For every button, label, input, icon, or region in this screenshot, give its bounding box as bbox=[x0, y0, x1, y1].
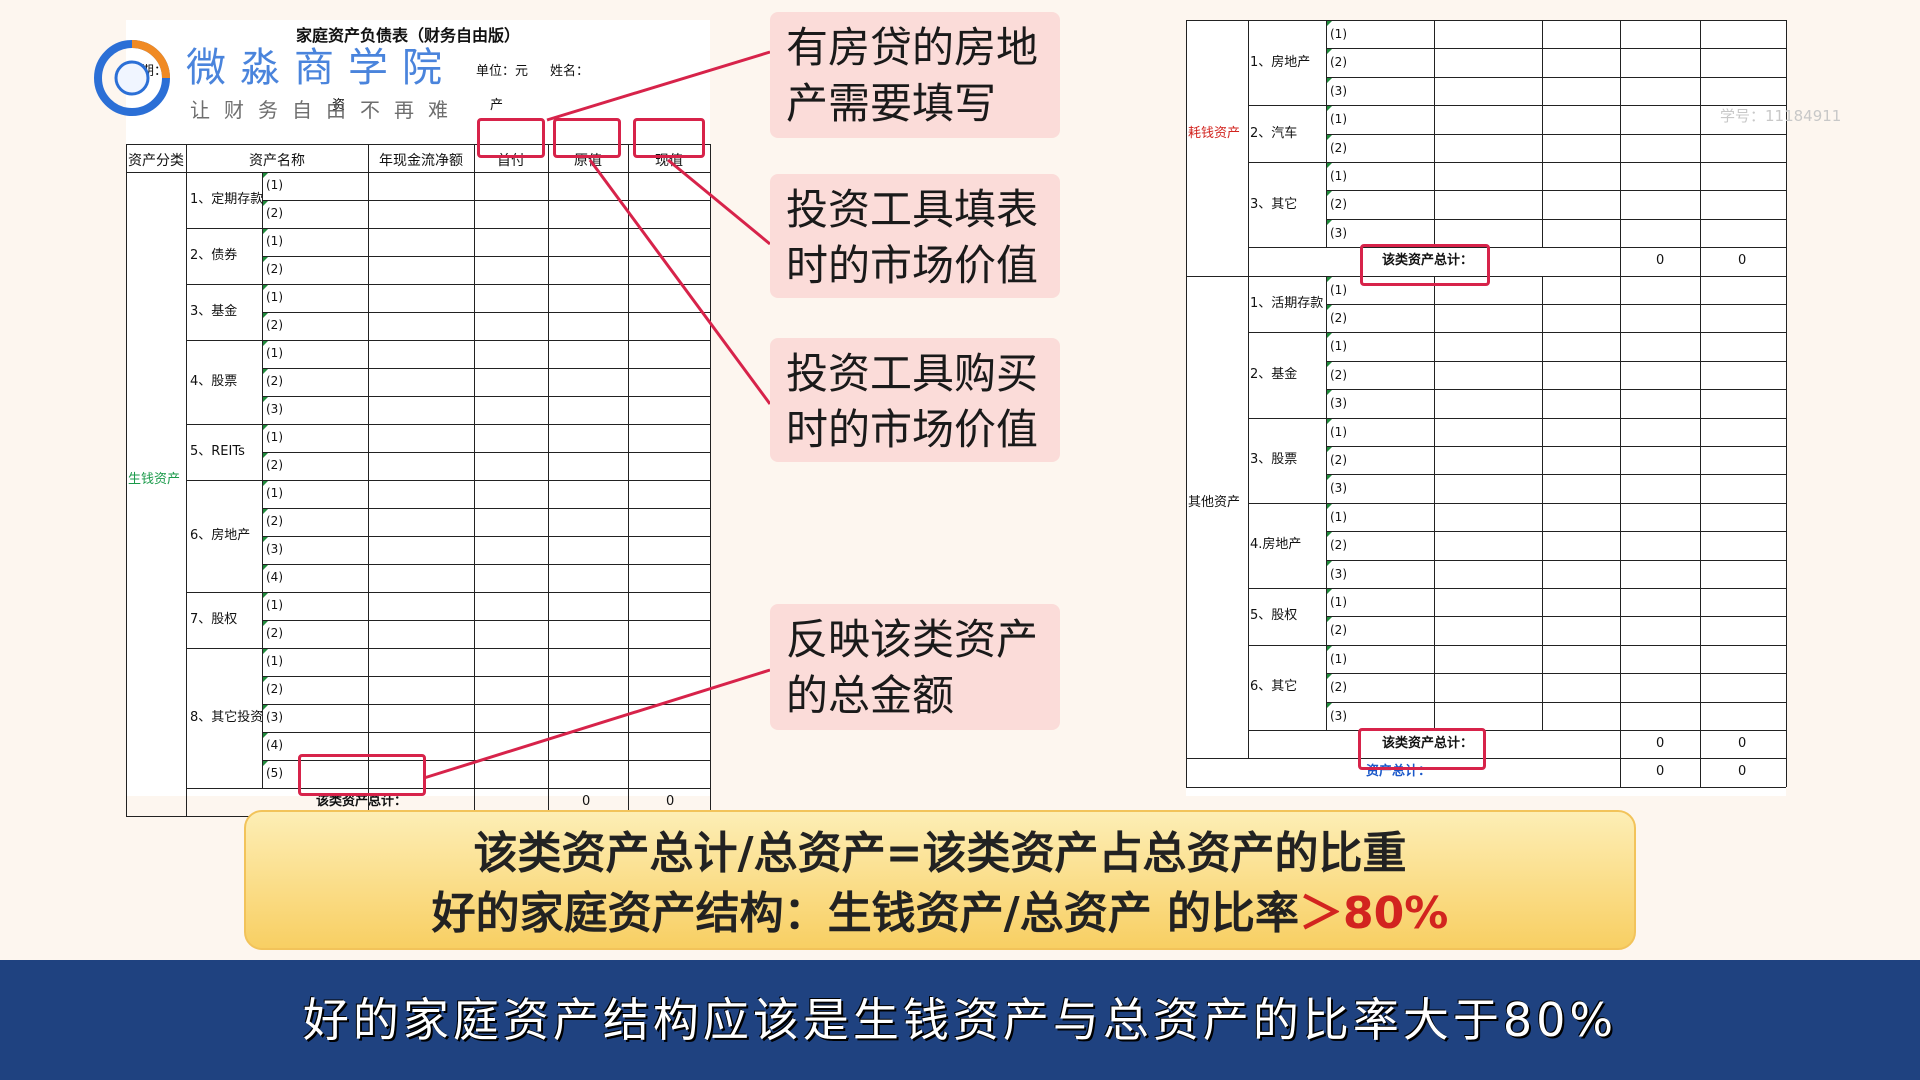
ratio-banner: 该类资产总计/总资产=该类资产占总资产的比重 好的家庭资产结构：生钱资产/总资产… bbox=[244, 810, 1636, 950]
banner-line1: 该类资产总计/总资产=该类资产占总资产的比重 bbox=[473, 828, 1407, 879]
banner-line2-text: 好的家庭资产结构：生钱资产/总资产 的比率 bbox=[431, 888, 1300, 939]
callout-purchase-market-value: 投资工具购买时的市场价值 bbox=[770, 338, 1060, 462]
callout-current-market-value: 投资工具填表时的市场价值 bbox=[770, 174, 1060, 298]
callout-category-total: 反映该类资产的总金额 bbox=[770, 604, 1060, 730]
banner-line2-accent: ＞80% bbox=[1299, 888, 1449, 939]
callout-mortgage-property: 有房贷的房地产需要填写 bbox=[770, 12, 1060, 138]
video-subtitle: 好的家庭资产结构应该是生钱资产与总资产的比率大于80% bbox=[0, 960, 1920, 1080]
banner-line2: 好的家庭资产结构：生钱资产/总资产 的比率＞80% bbox=[246, 884, 1634, 944]
